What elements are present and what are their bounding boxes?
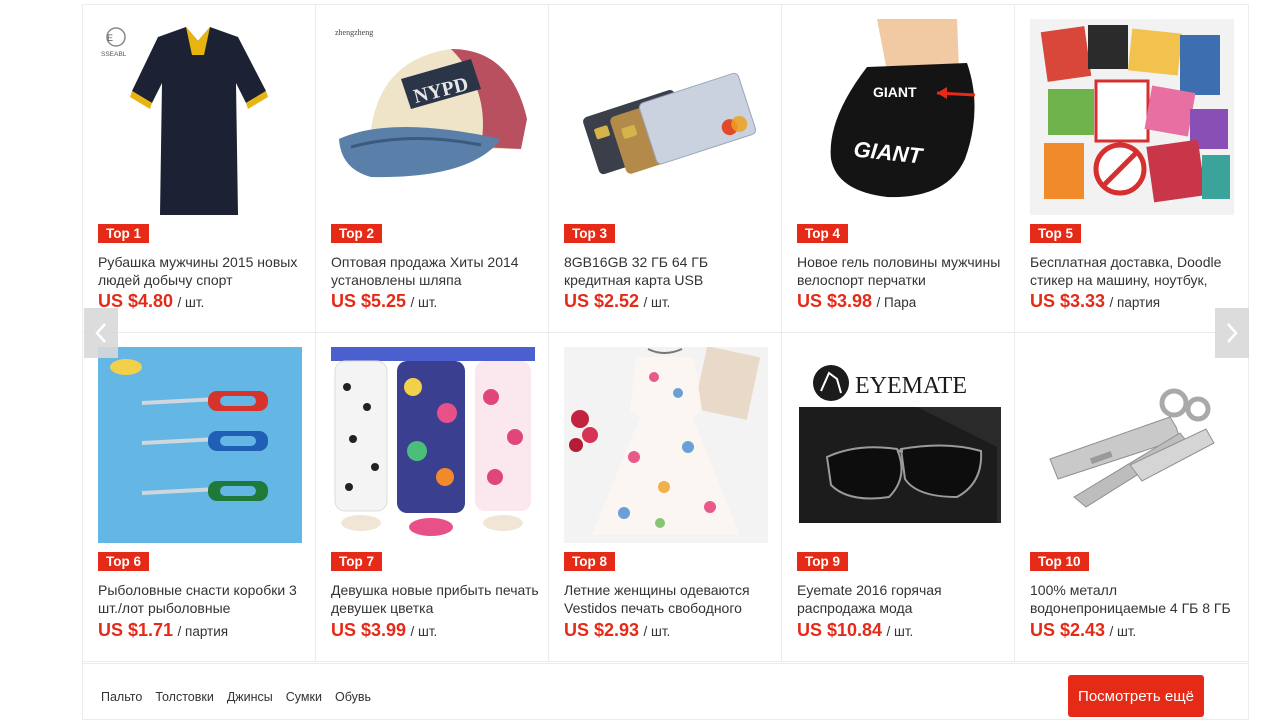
rank-badge: Top 3 <box>564 224 615 243</box>
product-unit: / шт. <box>410 295 438 310</box>
category-link-coats[interactable]: Пальто <box>101 690 142 704</box>
product-title[interactable]: Бесплатная доставка, Doodle стикер на ма… <box>1030 253 1240 289</box>
product-price: US $2.43 <box>1030 620 1106 640</box>
chevron-right-icon <box>1227 323 1238 343</box>
category-link-shoes[interactable]: Обувь <box>335 690 371 704</box>
product-price: US $2.52 <box>564 291 640 311</box>
category-link-hoodies[interactable]: Толстовки <box>155 690 214 704</box>
brand-mark-text: zhengzheng <box>335 28 373 37</box>
product-card-top-2[interactable]: zhengzheng NYPD Top 2 Оптовая продажа Хи… <box>316 5 549 333</box>
product-price-line: US $5.25 / шт. <box>331 291 437 313</box>
category-links: Пальто Толстовки Джинсы Сумки Обувь <box>101 690 371 704</box>
rank-badge: Top 5 <box>1030 224 1081 243</box>
product-unit: / партия <box>1109 295 1161 310</box>
product-price-line: US $3.33 / партия <box>1030 291 1160 313</box>
product-title[interactable]: Девушка новые прибыть печать девушек цве… <box>331 581 541 617</box>
brand-mark-text: GIANT <box>873 84 917 100</box>
product-price-line: US $2.52 / шт. <box>564 291 670 313</box>
product-image-printed-leggings[interactable] <box>331 347 535 543</box>
product-title[interactable]: Рыболовные снасти коробки 3 шт./лот рыбо… <box>98 581 308 617</box>
product-price-line: US $3.99 / шт. <box>331 620 437 642</box>
product-card-top-7[interactable]: Top 7 Девушка новые прибыть печать девуш… <box>316 333 549 662</box>
product-title[interactable]: Eyemate 2016 горячая распродажа мода <box>797 581 1007 617</box>
product-image-fishing-scissors[interactable] <box>98 347 302 543</box>
product-image-summer-dress[interactable] <box>564 347 768 543</box>
product-image-polo-shirt[interactable]: E SSEABL <box>98 19 302 215</box>
product-price: US $10.84 <box>797 620 883 640</box>
product-grid: E SSEABL Top 1 Рубашка мужчины 2015 новы… <box>83 5 1248 662</box>
product-price-line: US $10.84 / шт. <box>797 620 913 642</box>
product-price: US $1.71 <box>98 620 174 640</box>
product-unit: / шт. <box>886 624 914 639</box>
product-price-line: US $3.98 / Пара <box>797 291 916 313</box>
product-card-top-10[interactable]: Top 10 100% металл водонепроницаемые 4 Г… <box>1015 333 1248 662</box>
product-title[interactable]: Летние женщины одеваются Vestidos печать… <box>564 581 774 617</box>
product-title[interactable]: 100% металл водонепроницаемые 4 ГБ 8 ГБ <box>1030 581 1240 617</box>
category-link-jeans[interactable]: Джинсы <box>227 690 273 704</box>
rank-badge: Top 2 <box>331 224 382 243</box>
rank-badge: Top 7 <box>331 552 382 571</box>
product-card-top-5[interactable]: Top 5 Бесплатная доставка, Doodle стикер… <box>1015 5 1248 333</box>
product-card-top-9[interactable]: EYEMATE Top 9 Eyemate 2016 горячая распр… <box>782 333 1015 662</box>
brand-logo-sseabl: E SSEABL <box>101 27 127 58</box>
chevron-left-icon <box>95 323 106 343</box>
product-title[interactable]: Новое гель половины мужчины велоспорт пе… <box>797 253 1007 289</box>
product-price: US $3.98 <box>797 291 873 311</box>
rank-badge: Top 6 <box>98 552 149 571</box>
product-title[interactable]: Рубашка мужчины 2015 новых людей добычу … <box>98 253 308 289</box>
brand-mark-text: SSEABL <box>101 51 127 58</box>
product-price-line: US $2.93 / шт. <box>564 620 670 642</box>
rank-badge: Top 1 <box>98 224 149 243</box>
rank-badge: Top 10 <box>1030 552 1089 571</box>
product-unit: / шт. <box>1109 624 1137 639</box>
product-card-top-1[interactable]: E SSEABL Top 1 Рубашка мужчины 2015 новы… <box>83 5 316 333</box>
product-title[interactable]: 8GB16GB 32 ГБ 64 ГБ кредитная карта USB <box>564 253 774 289</box>
product-title[interactable]: Оптовая продажа Хиты 2014 установлены шл… <box>331 253 541 289</box>
product-price-line: US $1.71 / партия <box>98 620 228 642</box>
product-unit: / шт. <box>177 295 205 310</box>
product-card-top-8[interactable]: Top 8 Летние женщины одеваются Vestidos … <box>549 333 782 662</box>
product-price: US $3.33 <box>1030 291 1106 311</box>
product-card-top-4[interactable]: GIANT GIANT Top 4 Новое гель половины му… <box>782 5 1015 333</box>
board-footer: Пальто Толстовки Джинсы Сумки Обувь Посм… <box>83 663 1248 720</box>
product-unit: / Пара <box>876 295 917 310</box>
product-card-top-6[interactable]: Top 6 Рыболовные снасти коробки 3 шт./ло… <box>83 333 316 662</box>
rank-badge: Top 4 <box>797 224 848 243</box>
rank-badge: Top 8 <box>564 552 615 571</box>
category-link-bags[interactable]: Сумки <box>286 690 322 704</box>
product-card-top-3[interactable]: Top 3 8GB16GB 32 ГБ 64 ГБ кредитная карт… <box>549 5 782 333</box>
product-price-line: US $2.43 / шт. <box>1030 620 1136 642</box>
svg-text:E: E <box>107 33 113 43</box>
product-unit: / партия <box>177 624 229 639</box>
view-more-button[interactable]: Посмотреть ещё <box>1068 675 1204 717</box>
carousel-prev-button[interactable] <box>84 308 118 358</box>
product-price: US $2.93 <box>564 620 640 640</box>
product-price: US $3.99 <box>331 620 407 640</box>
product-unit: / шт. <box>410 624 438 639</box>
product-image-sunglasses[interactable]: EYEMATE <box>797 347 1001 543</box>
product-price: US $5.25 <box>331 291 407 311</box>
product-unit: / шт. <box>643 624 671 639</box>
carousel-next-button[interactable] <box>1215 308 1249 358</box>
brand-mark-text: EYEMATE <box>855 373 967 399</box>
product-unit: / шт. <box>643 295 671 310</box>
product-image-key-usb-drive[interactable] <box>1030 347 1234 543</box>
product-image-baseball-cap[interactable]: zhengzheng NYPD <box>331 19 535 215</box>
product-image-credit-card-usb[interactable] <box>564 19 768 215</box>
product-image-sticker-pack[interactable] <box>1030 19 1234 215</box>
rank-badge: Top 9 <box>797 552 848 571</box>
product-image-cycling-glove[interactable]: GIANT GIANT <box>797 19 1001 215</box>
top-products-board: E SSEABL Top 1 Рубашка мужчины 2015 новы… <box>82 4 1249 720</box>
